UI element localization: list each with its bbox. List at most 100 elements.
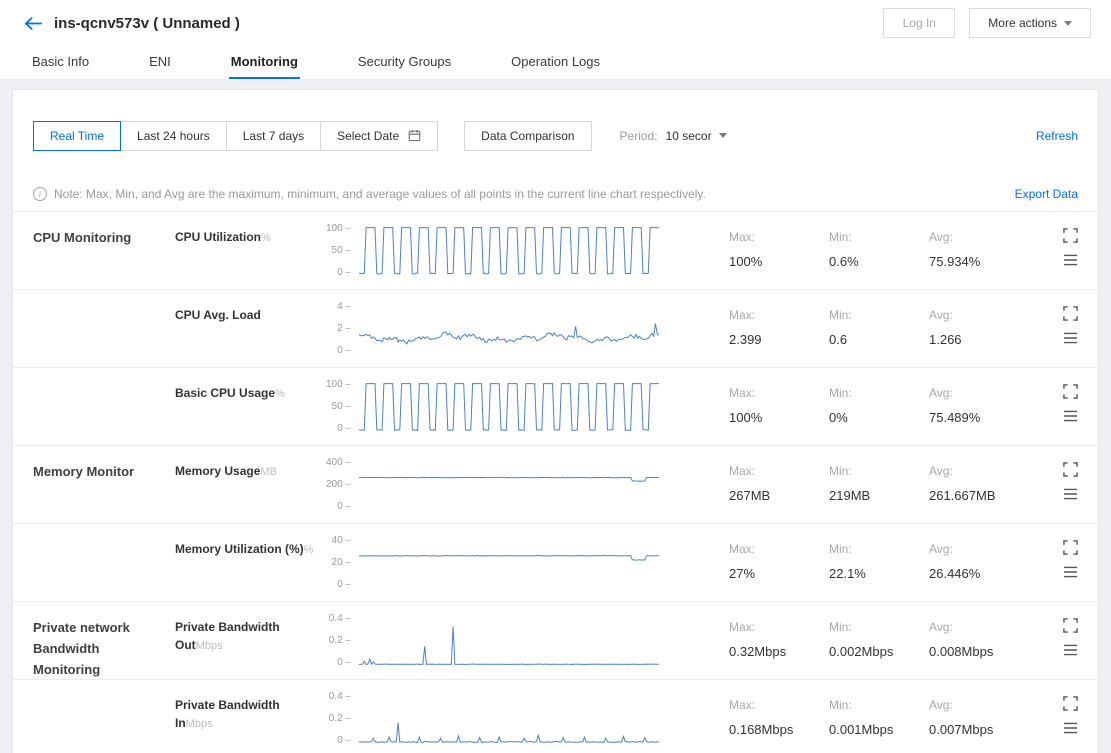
section-label: Memory Monitor: [33, 446, 151, 523]
chart-unit: %: [261, 232, 271, 244]
tab-eni[interactable]: ENI: [147, 46, 173, 79]
fullscreen-icon[interactable]: [1063, 696, 1078, 711]
avg-value: 0.007Mbps: [929, 722, 1029, 737]
y-axis: 0.4 0.2 0: [315, 614, 351, 668]
monitor-row-memory-utilization: Memory Utilization (%)% 40 20 0 Max:27% …: [13, 523, 1098, 601]
list-icon[interactable]: [1063, 644, 1078, 656]
chart-unit: Mbps: [186, 718, 213, 730]
min-label: Min:: [829, 386, 929, 400]
avg-label: Avg:: [929, 542, 1029, 556]
max-value: 0.32Mbps: [729, 644, 829, 659]
min-label: Min:: [829, 230, 929, 244]
section-label: [33, 290, 151, 367]
line-chart: [359, 305, 659, 353]
line-chart: [359, 461, 659, 509]
time-range-24h-button[interactable]: Last 24 hours: [120, 121, 227, 151]
chart-title: CPU Avg. Load: [175, 308, 261, 322]
avg-label: Avg:: [929, 464, 1029, 478]
min-value: 0.002Mbps: [829, 644, 929, 659]
avg-label: Avg:: [929, 698, 1029, 712]
time-range-real-time-button[interactable]: Real Time: [33, 121, 121, 151]
info-icon: i: [33, 187, 47, 201]
line-chart: [359, 617, 659, 665]
calendar-icon: [408, 129, 421, 142]
avg-value: 0.008Mbps: [929, 644, 1029, 659]
fullscreen-icon[interactable]: [1063, 384, 1078, 399]
min-label: Min:: [829, 464, 929, 478]
caret-down-icon: [719, 133, 727, 138]
back-arrow-icon[interactable]: [20, 10, 46, 36]
min-value: 0%: [829, 410, 929, 425]
monitor-row-private-bandwidth-in: Private Bandwidth InMbps 0.4 0.2 0 Max:0…: [13, 679, 1098, 753]
export-data-link[interactable]: Export Data: [1015, 187, 1078, 201]
min-value: 219MB: [829, 488, 929, 503]
min-value: 0.001Mbps: [829, 722, 929, 737]
select-date-label: Select Date: [337, 129, 399, 143]
time-range-7d-button[interactable]: Last 7 days: [226, 121, 321, 151]
avg-label: Avg:: [929, 230, 1029, 244]
chart-title: Private Bandwidth Out: [175, 620, 280, 652]
tab-monitoring[interactable]: Monitoring: [229, 46, 300, 79]
list-icon[interactable]: [1063, 410, 1078, 422]
chart-unit: %: [275, 388, 285, 400]
min-value: 0.6: [829, 332, 929, 347]
page-title: ins-qcnv573v ( Unnamed ): [54, 15, 240, 32]
select-date-button[interactable]: Select Date: [320, 121, 438, 151]
y-axis: 100 50 0: [315, 224, 351, 278]
min-value: 0.6%: [829, 254, 929, 269]
note-bar: i Note: Max, Min, and Avg are the maximu…: [13, 177, 1098, 211]
list-icon[interactable]: [1063, 566, 1078, 578]
monitoring-panel: Real Time Last 24 hours Last 7 days Sele…: [12, 89, 1099, 753]
fullscreen-icon[interactable]: [1063, 306, 1078, 321]
min-label: Min:: [829, 542, 929, 556]
max-label: Max:: [729, 542, 829, 556]
line-chart: [359, 695, 659, 743]
max-label: Max:: [729, 308, 829, 322]
max-value: 27%: [729, 566, 829, 581]
list-icon[interactable]: [1063, 488, 1078, 500]
avg-value: 75.489%: [929, 410, 1029, 425]
fullscreen-icon[interactable]: [1063, 540, 1078, 555]
min-label: Min:: [829, 308, 929, 322]
max-value: 0.168Mbps: [729, 722, 829, 737]
avg-label: Avg:: [929, 386, 1029, 400]
list-icon[interactable]: [1063, 332, 1078, 344]
y-axis: 0.4 0.2 0: [315, 692, 351, 746]
min-label: Min:: [829, 620, 929, 634]
tab-basic-info[interactable]: Basic Info: [30, 46, 91, 79]
more-actions-button[interactable]: More actions: [969, 8, 1091, 38]
login-button[interactable]: Log In: [883, 8, 955, 38]
min-label: Min:: [829, 698, 929, 712]
chart-title: Memory Utilization (%): [175, 542, 304, 556]
period-label: Period:: [620, 129, 658, 143]
max-label: Max:: [729, 620, 829, 634]
tab-operation-logs[interactable]: Operation Logs: [509, 46, 602, 79]
tab-bar: Basic Info ENI Monitoring Security Group…: [0, 46, 1111, 79]
y-axis: 40 20 0: [315, 536, 351, 590]
note-text: Note: Max, Min, and Avg are the maximum,…: [54, 187, 706, 201]
monitor-row-basic-cpu-usage: Basic CPU Usage% 100 50 0 Max:100% Min:0…: [13, 367, 1098, 445]
monitor-row-cpu-utilization: CPU Monitoring CPU Utilization% 100 50 0…: [13, 211, 1098, 289]
max-label: Max:: [729, 698, 829, 712]
data-comparison-button[interactable]: Data Comparison: [464, 121, 591, 151]
refresh-link[interactable]: Refresh: [1036, 129, 1078, 143]
list-icon[interactable]: [1063, 254, 1078, 266]
y-axis: 4 2 0: [315, 302, 351, 356]
max-label: Max:: [729, 464, 829, 478]
fullscreen-icon[interactable]: [1063, 618, 1078, 633]
fullscreen-icon[interactable]: [1063, 462, 1078, 477]
period-dropdown[interactable]: Period: 10 secor: [620, 129, 727, 143]
monitor-row-memory-usage: Memory Monitor Memory UsageMB 400 200 0 …: [13, 445, 1098, 523]
section-label: [33, 368, 151, 445]
time-range-toolbar: Real Time Last 24 hours Last 7 days Sele…: [33, 120, 1078, 151]
chart-title: Memory Usage: [175, 464, 260, 478]
max-label: Max:: [729, 230, 829, 244]
avg-value: 75.934%: [929, 254, 1029, 269]
avg-value: 261.667MB: [929, 488, 1029, 503]
max-value: 100%: [729, 254, 829, 269]
max-label: Max:: [729, 386, 829, 400]
list-icon[interactable]: [1063, 722, 1078, 734]
fullscreen-icon[interactable]: [1063, 228, 1078, 243]
line-chart: [359, 227, 659, 275]
tab-security-groups[interactable]: Security Groups: [356, 46, 453, 79]
